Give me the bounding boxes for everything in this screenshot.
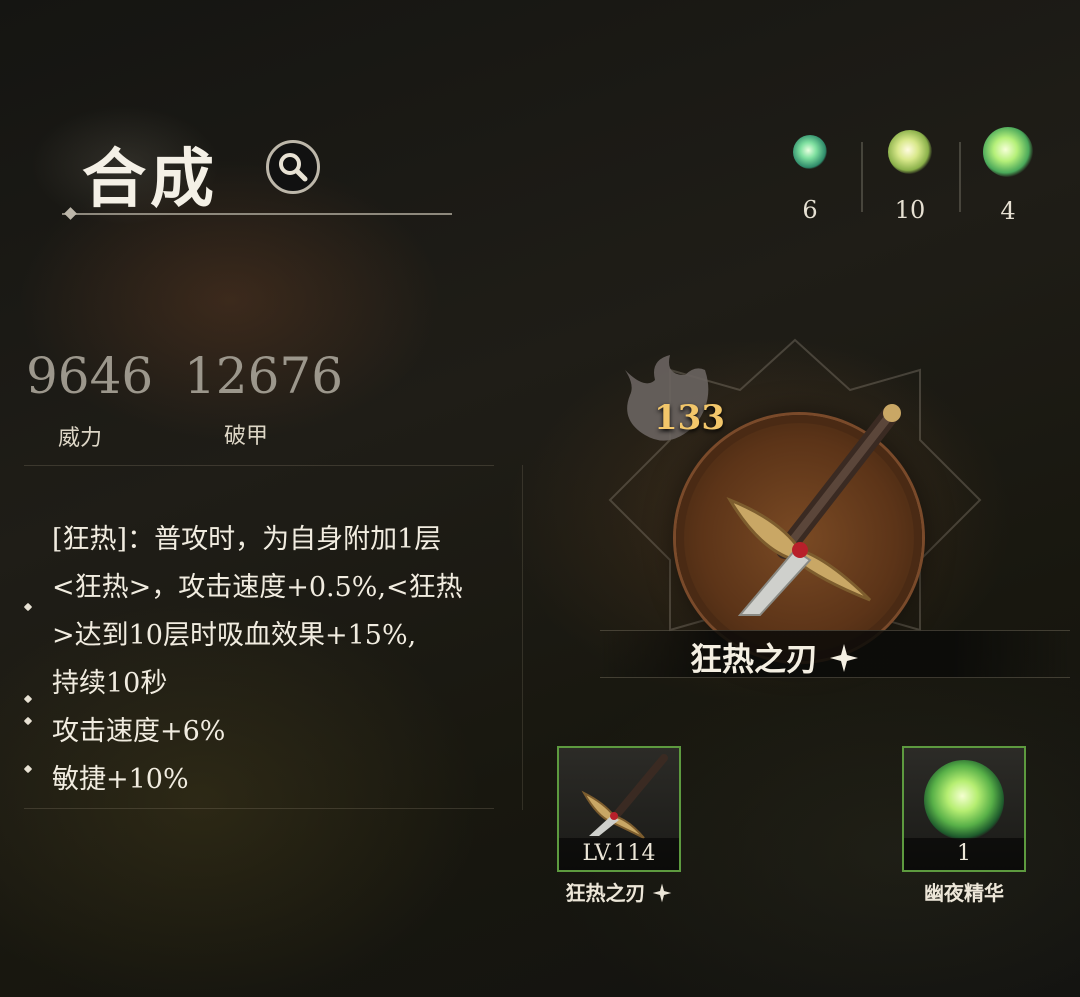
effect-line: <狂热>，攻击速度+0.5%,<狂热 <box>52 572 463 603</box>
effect-line: 持续10秒 <box>52 668 168 699</box>
currency-count: 6 <box>802 196 818 224</box>
stat-power-value: 9646 <box>26 347 154 405</box>
search-button[interactable] <box>266 140 320 194</box>
currency-count: 10 <box>894 196 926 224</box>
weapon-level-badge: 133 <box>654 398 725 438</box>
material-name: 狂热之刃 <box>539 877 699 906</box>
material-name-label: 狂热之刃 <box>565 881 646 905</box>
stat-armor-break-value: 12676 <box>184 347 344 405</box>
small-essence-orb-icon <box>793 135 827 169</box>
currency-medium-essence[interactable]: 10 <box>865 130 955 224</box>
stat-power-label: 威力 <box>58 426 103 451</box>
bonus-agility: 敏捷+10% <box>52 764 189 795</box>
sword-icon <box>726 404 901 616</box>
weapon-name: 狂热之刃 <box>690 634 859 680</box>
currency-small-essence[interactable]: 6 <box>765 130 855 224</box>
large-essence-orb-icon <box>983 127 1033 177</box>
bullet-icon <box>23 602 33 612</box>
currency-separator <box>959 142 961 212</box>
card-level: LV.114 <box>559 838 679 870</box>
effect-line: [狂热]：普攻时，为自身附加1层 <box>52 524 442 555</box>
card-count: 1 <box>904 838 1024 870</box>
stat-armor-break-label: 破甲 <box>224 424 269 449</box>
search-icon <box>279 153 308 182</box>
dark-night-essence-icon <box>924 760 1004 840</box>
bonus-attack-speed: 攻击速度+6% <box>52 716 226 747</box>
bullet-icon <box>23 694 33 704</box>
weapon-name-label: 狂热之刃 <box>690 640 819 678</box>
sparkle-star-icon <box>830 644 859 672</box>
description-divider <box>24 808 494 809</box>
currency-count: 4 <box>1000 197 1016 225</box>
section-divider <box>522 465 523 810</box>
page-title: 合成 <box>82 142 218 217</box>
material-card-essence[interactable]: 1 <box>902 746 1026 872</box>
material-name: 幽夜精华 <box>924 881 1004 905</box>
material-card-sword[interactable]: LV.114 <box>557 746 681 872</box>
currency-separator <box>861 142 863 212</box>
effect-line: >达到10层时吸血效果+15%, <box>52 620 417 651</box>
medium-essence-orb-icon <box>888 130 932 174</box>
currency-large-essence[interactable]: 4 <box>963 127 1053 225</box>
title-underline <box>62 213 452 215</box>
bullet-icon <box>23 764 33 774</box>
sword-icon <box>581 754 668 839</box>
stats-divider <box>24 465 494 466</box>
effect-description: [狂热]：普攻时，为自身附加1层 <狂热>，攻击速度+0.5%,<狂热 >达到1… <box>52 516 522 804</box>
bullet-icon <box>23 716 33 726</box>
sparkle-star-icon <box>653 883 672 903</box>
